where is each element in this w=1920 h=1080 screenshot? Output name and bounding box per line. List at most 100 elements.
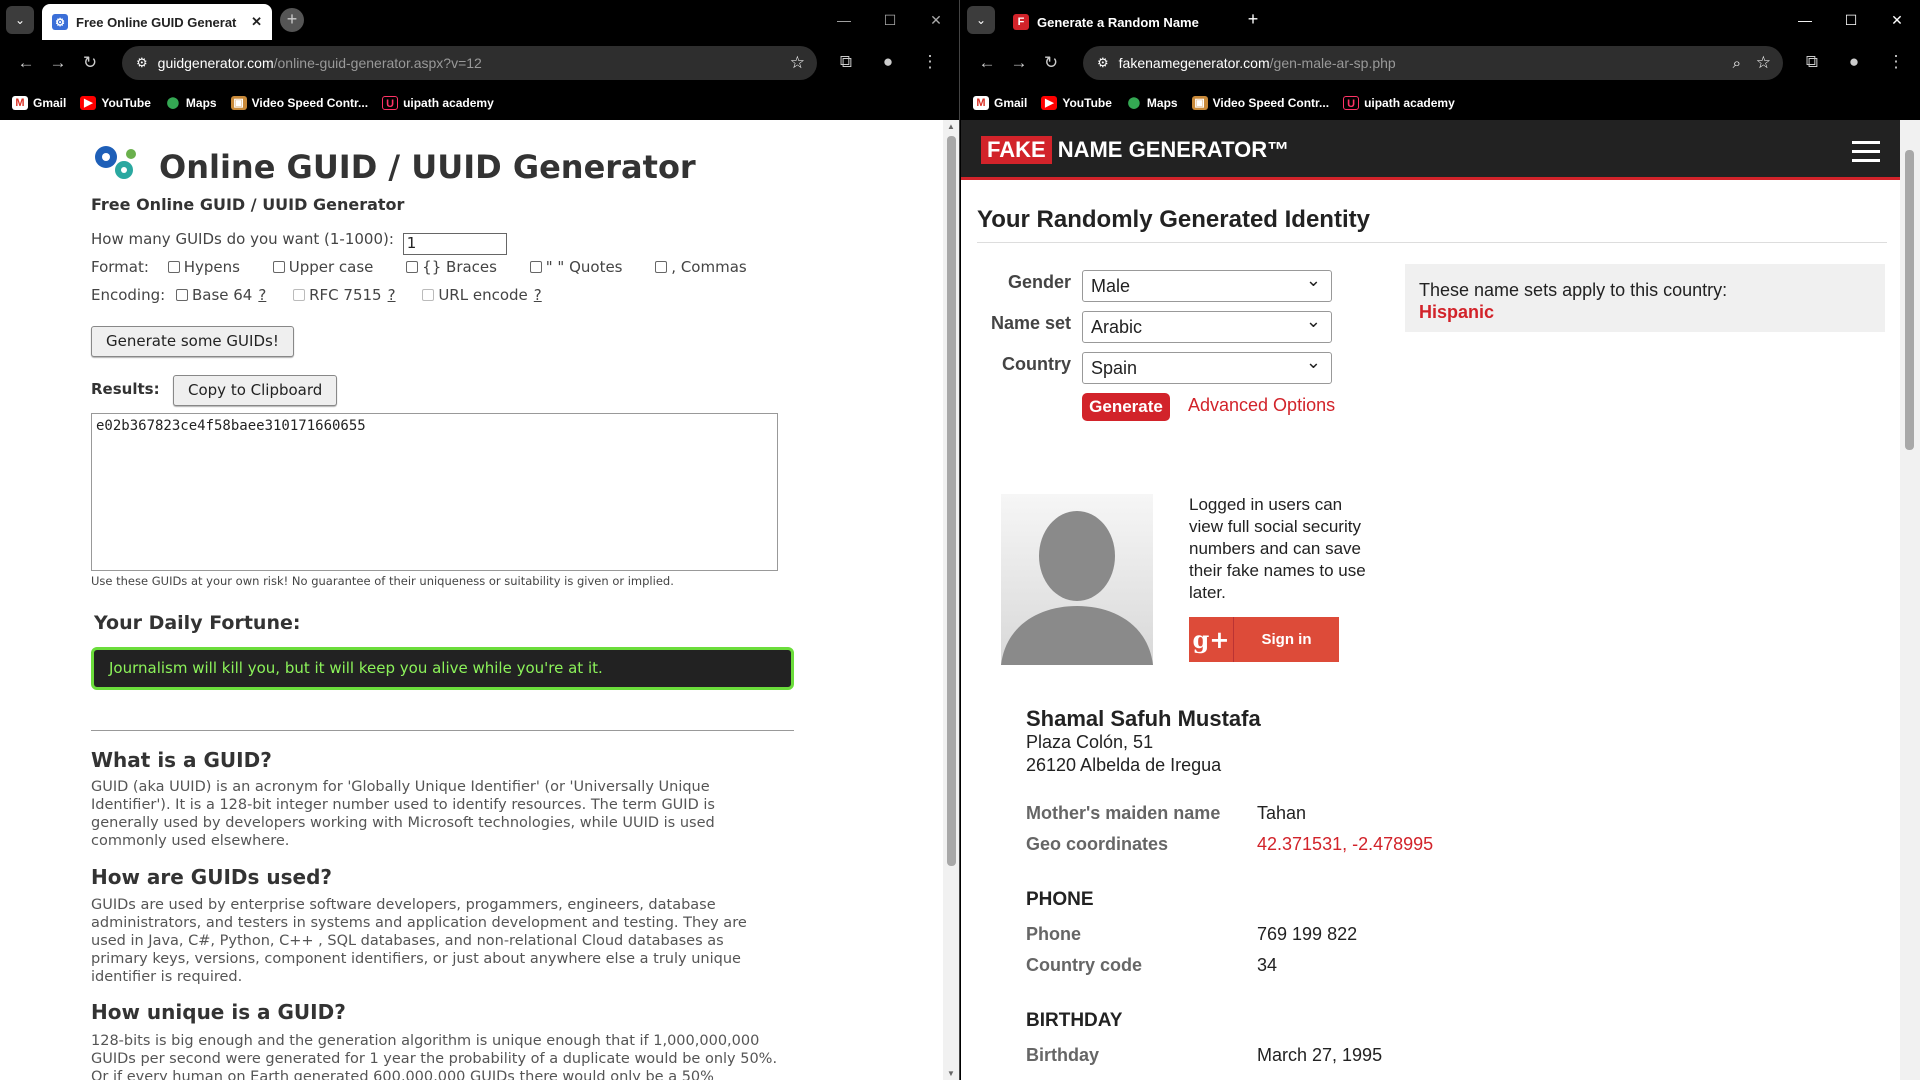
tab-fake-name-generator[interactable]: F Generate a Random Name - M [1003, 4, 1213, 40]
close-window-button[interactable]: ✕ [1874, 0, 1920, 40]
bookmark-star-icon[interactable]: ☆ [1756, 53, 1771, 73]
forward-arrow-icon[interactable]: → [1003, 47, 1035, 79]
gear-favicon-icon: ⚙ [52, 14, 68, 30]
forward-arrow-icon[interactable]: → [42, 47, 74, 79]
encoding-row: Encoding: Base 64? RFC 7515? URL encode? [91, 286, 542, 304]
format-hypens-checkbox[interactable]: Hypens [167, 258, 240, 276]
hispanic-link[interactable]: Hispanic [1419, 301, 1871, 323]
maximize-button[interactable]: ☐ [867, 0, 913, 40]
country-select[interactable]: Spain [1082, 347, 1332, 384]
profile-avatar-icon[interactable]: ● [872, 46, 904, 78]
close-window-button[interactable]: ✕ [913, 0, 959, 40]
phone-label: Phone [1026, 924, 1082, 944]
section-heading-what: What is a GUID? [91, 748, 272, 772]
google-signin-button[interactable]: g+ Sign in [1189, 617, 1339, 662]
avatar-silhouette-image [1001, 494, 1153, 665]
urlencode-help-link[interactable]: ? [534, 286, 542, 304]
maps-pin-icon: ⬤ [166, 96, 180, 109]
new-tab-button[interactable]: + [280, 8, 304, 32]
bookmark-uipath[interactable]: Uuipath academy [1343, 95, 1455, 110]
profile-avatar-icon[interactable]: ● [1838, 46, 1870, 78]
menu-kebab-icon[interactable]: ⋮ [914, 46, 946, 78]
menu-kebab-icon[interactable]: ⋮ [1880, 46, 1912, 78]
scrollbar-thumb[interactable] [1905, 150, 1914, 450]
copy-to-clipboard-button[interactable]: Copy to Clipboard [173, 375, 338, 406]
minimize-button[interactable]: — [1782, 0, 1828, 40]
window-controls: — ☐ ✕ [1782, 0, 1920, 40]
divider [977, 242, 1887, 243]
count-row: How many GUIDs do you want (1-1000): 1 [91, 230, 507, 255]
uipath-icon: U [1343, 95, 1360, 110]
encoding-base64-checkbox[interactable]: Base 64 [175, 286, 252, 304]
close-tab-icon[interactable]: ✕ [251, 14, 262, 30]
encoding-urlencode-checkbox[interactable]: URL encode [422, 286, 528, 304]
gender-label: Gender [1007, 272, 1071, 292]
back-arrow-icon[interactable]: ← [10, 47, 42, 79]
format-commas-checkbox[interactable]: , Commas [655, 258, 747, 276]
format-braces-checkbox[interactable]: {} Braces [406, 258, 497, 276]
section-text-how-used: GUIDs are used by enterprise software de… [91, 897, 747, 985]
generate-button[interactable]: Generate [1082, 393, 1170, 421]
maximize-button[interactable]: ☐ [1828, 0, 1874, 40]
bookmark-maps[interactable]: ⬤ Maps [165, 96, 217, 110]
encoding-rfc7515-checkbox[interactable]: RFC 7515 [293, 286, 382, 304]
birthday-label: Birthday [1026, 1045, 1100, 1065]
rfc7515-help-link[interactable]: ? [388, 286, 396, 304]
format-quotes-checkbox[interactable]: " " Quotes [529, 258, 623, 276]
fake-favicon-icon: F [1013, 14, 1029, 30]
nameset-label: Name set [990, 313, 1071, 333]
gmail-icon: M [973, 95, 989, 110]
base64-help-link[interactable]: ? [258, 286, 266, 304]
uipath-icon: U [382, 95, 399, 110]
site-logo[interactable]: FAKE NAME GENERATOR™ [981, 136, 1289, 164]
reload-icon[interactable]: ↻ [1035, 47, 1067, 79]
hamburger-menu-icon[interactable] [1852, 141, 1880, 168]
section-text-how-unique: 128-bits is big enough and the generatio… [91, 1033, 778, 1080]
maiden-name-value: Tahan [1257, 803, 1307, 823]
bookmark-video-speed[interactable]: ▣ Video Speed Contr... [230, 95, 368, 110]
site-info-icon[interactable]: ⚙ [1097, 55, 1109, 71]
reload-icon[interactable]: ↻ [74, 47, 106, 79]
extensions-icon[interactable]: ⧉ [1796, 46, 1828, 78]
section-text-what: GUID (aka UUID) is an acronym for 'Globa… [91, 779, 715, 849]
scrollbar-thumb[interactable] [947, 136, 956, 866]
generate-guids-button[interactable]: Generate some GUIDs! [91, 326, 294, 357]
advanced-options-link[interactable]: Advanced Options [1188, 395, 1335, 416]
bookmark-maps[interactable]: ⬤ Maps [1126, 96, 1178, 110]
geo-coordinates-link[interactable]: 42.371531, -2.478995 [1257, 834, 1433, 855]
bookmark-uipath[interactable]: Uuipath academy [382, 95, 494, 110]
left-page-scrollbar[interactable]: ▲ ▼ [943, 120, 959, 1080]
tab-search-button[interactable]: ⌄ [967, 6, 995, 34]
back-arrow-icon[interactable]: ← [971, 47, 1003, 79]
bookmark-gmail[interactable]: M Gmail [12, 95, 66, 110]
address-bar[interactable]: ⚙ fakenamegenerator.com/gen-male-ar-sp.p… [1083, 46, 1783, 80]
phone-heading: PHONE [1026, 889, 1094, 910]
bookmark-gmail[interactable]: M Gmail [973, 95, 1027, 110]
bookmark-youtube[interactable]: ▶ YouTube [1041, 95, 1112, 110]
site-header: FAKE NAME GENERATOR™ [961, 120, 1900, 180]
window-controls: — ☐ ✕ [821, 0, 959, 40]
minimize-button[interactable]: — [821, 0, 867, 40]
site-info-icon[interactable]: ⚙ [136, 55, 148, 71]
bookmark-youtube[interactable]: ▶ YouTube [80, 95, 151, 110]
video-speed-icon: ▣ [1191, 95, 1208, 110]
count-input[interactable]: 1 [402, 233, 507, 255]
extensions-icon[interactable]: ⧉ [830, 46, 862, 78]
bookmark-star-icon[interactable]: ☆ [790, 53, 805, 73]
format-uppercase-checkbox[interactable]: Upper case [272, 258, 373, 276]
tab-guid-generator[interactable]: ⚙ Free Online GUID Generator ✕ [42, 4, 272, 40]
disclaimer-text: Use these GUIDs at your own risk! No gua… [91, 574, 674, 588]
zoom-icon[interactable]: ⌕ [1733, 55, 1741, 72]
address-bar[interactable]: ⚙ guidgenerator.com/online-guid-generato… [122, 46, 817, 80]
tab-search-button[interactable]: ⌄ [6, 6, 34, 34]
page-subtitle: Free Online GUID / UUID Generator [91, 195, 405, 214]
bookmark-video-speed[interactable]: ▣ Video Speed Contr... [1191, 95, 1329, 110]
right-page-scrollbar[interactable] [1900, 120, 1920, 1080]
browser-toolbar: ← → ↻ ⚙ guidgenerator.com/online-guid-ge… [0, 40, 959, 85]
gender-select[interactable]: Male [1082, 265, 1332, 302]
new-tab-button[interactable]: + [1241, 8, 1265, 32]
nameset-select[interactable]: Arabic [1082, 306, 1332, 343]
tab-strip: ⌄ F Generate a Random Name - M + — ☐ ✕ [961, 0, 1920, 40]
results-textarea[interactable]: e02b367823ce4f58baee310171660655 [91, 413, 778, 571]
phone-value: 769 199 822 [1257, 924, 1358, 944]
